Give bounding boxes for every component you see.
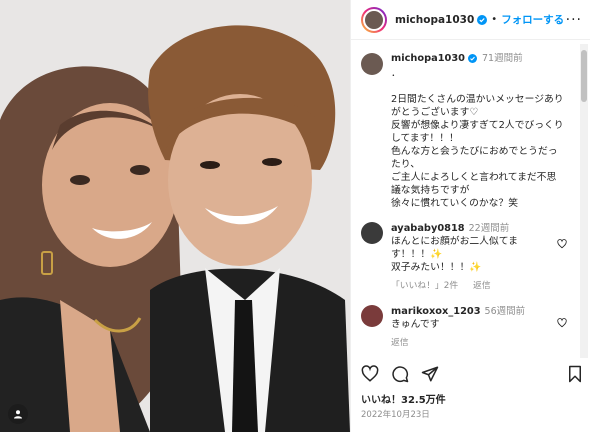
comment-username[interactable]: ayababy0818	[391, 223, 465, 234]
heart-icon[interactable]	[361, 365, 379, 383]
tagged-user-button[interactable]	[8, 404, 28, 424]
comments-list[interactable]: michopa1030 71週間前 ． 2日間たくさんの温かいメッセージあり が…	[351, 44, 577, 358]
tagged-user-icon	[14, 410, 22, 419]
post-date: 2022年10月23日	[361, 410, 430, 420]
post-side-panel: michopa1030 • フォローする ··· michopa1030 71週…	[350, 0, 590, 432]
caption: michopa1030 71週間前 ． 2日間たくさんの温かいメッセージあり が…	[351, 44, 577, 210]
reply-button[interactable]: 返信	[473, 281, 491, 291]
instagram-post: michopa1030 • フォローする ··· michopa1030 71週…	[0, 0, 590, 432]
comment-text: きゅんです	[391, 319, 440, 330]
comment-avatar[interactable]	[361, 305, 383, 327]
header-separator: •	[491, 14, 498, 25]
likes-count[interactable]: いいね！32.5万件	[361, 391, 446, 406]
more-options-icon[interactable]: ···	[566, 12, 582, 28]
verified-badge-icon	[477, 14, 488, 25]
verified-badge-icon	[467, 54, 477, 63]
bookmark-icon[interactable]	[567, 365, 583, 383]
reply-button[interactable]: 返信	[391, 338, 409, 348]
caption-username[interactable]: michopa1030	[391, 52, 465, 65]
comment-icon[interactable]	[391, 365, 409, 383]
follow-button[interactable]: フォローする	[501, 12, 564, 27]
comment-text: ほんとにお顔がお二人似てま す！！！✨ 双子みたい！！！✨	[391, 236, 518, 273]
comment-username[interactable]: marikoxox_1203	[391, 306, 481, 317]
couple-photo	[0, 0, 350, 432]
author-avatar[interactable]	[361, 6, 387, 33]
post-photo[interactable]	[0, 0, 350, 432]
comment-avatar[interactable]	[361, 222, 383, 244]
caption-time: 71週間前	[481, 53, 523, 64]
comment-time: 56週間前	[484, 306, 526, 317]
caption-avatar[interactable]	[361, 53, 383, 75]
comment-likes-count[interactable]: 「いいね！」2件	[391, 281, 458, 291]
caption-text: ． 2日間たくさんの温かいメッセージあり がとうございます♡ 反響が想像より凄す…	[391, 68, 564, 209]
comment-item: ayababy0818 22週間前 ほんとにお顔がお二人似てま す！！！✨ 双子み…	[351, 210, 577, 293]
post-header: michopa1030 • フォローする ···	[351, 0, 590, 40]
author-username[interactable]: michopa1030	[395, 14, 474, 26]
comment-time: 22週間前	[468, 223, 510, 234]
comment-like-icon[interactable]	[557, 313, 567, 332]
action-bar	[361, 362, 583, 386]
comment-like-icon[interactable]	[557, 234, 567, 253]
share-icon[interactable]	[421, 365, 439, 383]
comments-scrollbar[interactable]	[580, 44, 588, 358]
comment-item: marikoxox_1203 56週間前 きゅんです 返信	[351, 293, 577, 350]
